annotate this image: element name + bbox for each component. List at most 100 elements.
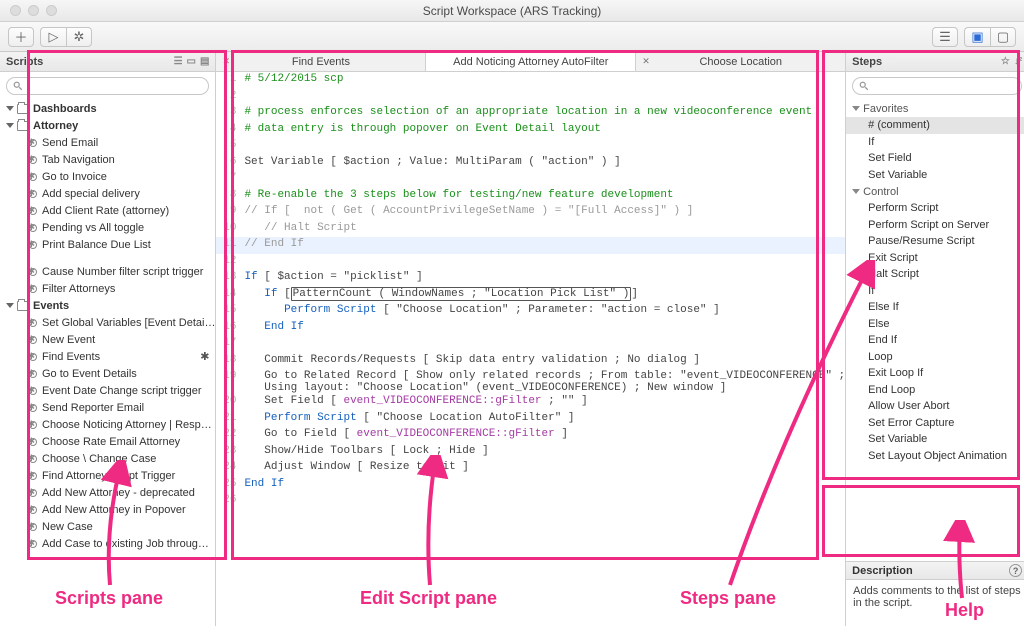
script-item[interactable]: Print Balance Due List	[0, 236, 215, 253]
step-item[interactable]: If	[846, 134, 1024, 151]
step-item[interactable]: Set Error Capture	[846, 415, 1024, 432]
close-icon[interactable]: ✕	[642, 56, 650, 67]
step-item[interactable]: Allow User Abort	[846, 398, 1024, 415]
steps-search[interactable]	[852, 77, 1022, 95]
scripts-search[interactable]	[6, 77, 209, 95]
tab-label: Choose Location	[699, 56, 782, 68]
code-line[interactable]: 3# process enforces selection of an appr…	[216, 105, 845, 122]
step-item[interactable]: Loop	[846, 349, 1024, 366]
scripts-search-input[interactable]	[27, 80, 202, 92]
script-item[interactable]: Pending vs All toggle	[0, 219, 215, 236]
code-line[interactable]: 2	[216, 89, 845, 106]
pane-right-toggle[interactable]: ▢	[990, 27, 1016, 47]
script-item[interactable]: Event Date Change script trigger	[0, 382, 215, 399]
folder-attorney[interactable]: Attorney	[0, 117, 215, 134]
script-item[interactable]: Cause Number filter script trigger	[0, 263, 215, 280]
step-item[interactable]: Set Field	[846, 150, 1024, 167]
help-icon[interactable]: ?	[1009, 564, 1022, 577]
script-item[interactable]: Choose Rate Email Attorney	[0, 433, 215, 450]
step-item[interactable]: # (comment)	[846, 117, 1024, 134]
close-icon[interactable]: ✕	[222, 56, 230, 67]
script-item[interactable]: Find Attorney Script Trigger	[0, 467, 215, 484]
tab-choose-location[interactable]: ✕ Choose Location	[636, 52, 845, 71]
script-item[interactable]: Add Case to existing Job throug…	[0, 535, 215, 552]
preview-icon[interactable]: ▭	[187, 56, 196, 67]
steps-list[interactable]: Favorites# (comment)IfSet FieldSet Varia…	[846, 100, 1024, 561]
list-view-icon[interactable]: ☰	[174, 56, 183, 67]
step-item[interactable]: Else	[846, 316, 1024, 333]
step-item[interactable]: Exit Loop If	[846, 365, 1024, 382]
script-item[interactable]: Add New Attorney in Popover	[0, 501, 215, 518]
step-item[interactable]: Exit Script	[846, 250, 1024, 267]
code-line[interactable]: 8# Re-enable the 3 steps below for testi…	[216, 188, 845, 205]
script-item[interactable]: Add Client Rate (attorney)	[0, 202, 215, 219]
step-item[interactable]: Set Variable	[846, 167, 1024, 184]
script-item[interactable]: Filter Attorneys	[0, 280, 215, 297]
line-number: 9	[216, 204, 244, 217]
step-item[interactable]: End If	[846, 332, 1024, 349]
code-line[interactable]: 26	[216, 493, 845, 510]
folder-events[interactable]: Events	[0, 297, 215, 314]
script-item[interactable]: Set Global Variables [Event Detai…	[0, 314, 215, 331]
add-button[interactable]: ＋	[8, 27, 34, 47]
pane-left-toggle[interactable]: ▣	[964, 27, 990, 47]
code-line[interactable]: 20 Set Field [ event_VIDEOCONFERENCE::gF…	[216, 394, 845, 411]
script-item[interactable]: New Case	[0, 518, 215, 535]
settings-button[interactable]: ☰	[932, 27, 958, 47]
code-line[interactable]: 16 End If	[216, 320, 845, 337]
code-line[interactable]: 14 If [PatternCount ( WindowNames ; "Loc…	[216, 287, 845, 304]
code-line[interactable]: 6Set Variable [ $action ; Value: MultiPa…	[216, 155, 845, 172]
code-line[interactable]: 21 Perform Script [ "Choose Location Aut…	[216, 411, 845, 428]
run-button[interactable]: ▷	[40, 27, 66, 47]
step-item[interactable]: Perform Script on Server	[846, 217, 1024, 234]
favorite-icon[interactable]: ☆	[1001, 56, 1010, 67]
folder-dashboards[interactable]: Dashboards	[0, 100, 215, 117]
step-group-favorites[interactable]: Favorites	[846, 100, 1024, 117]
code-editor[interactable]: 1# 5/12/2015 scp23# process enforces sel…	[216, 72, 845, 626]
code-line[interactable]: 4# data entry is through popover on Even…	[216, 122, 845, 139]
debug-button[interactable]: ✲	[66, 27, 92, 47]
code-line[interactable]: 7	[216, 171, 845, 188]
script-item[interactable]: Choose Noticing Attorney | Resp…	[0, 416, 215, 433]
script-item[interactable]: Send Reporter Email	[0, 399, 215, 416]
script-item[interactable]: Choose \ Change Case	[0, 450, 215, 467]
step-item[interactable]: If	[846, 283, 1024, 300]
script-item[interactable]: Tab Navigation	[0, 151, 215, 168]
step-item[interactable]: Pause/Resume Script	[846, 233, 1024, 250]
steps-search-input[interactable]	[873, 80, 1015, 92]
tab-find-events[interactable]: ✕Find Events	[216, 52, 426, 71]
columns-icon[interactable]: ▤	[200, 56, 209, 67]
code-line[interactable]: 23 Show/Hide Toolbars [ Lock ; Hide ]	[216, 444, 845, 461]
script-item[interactable]: Add New Attorney - deprecated	[0, 484, 215, 501]
step-item[interactable]: Halt Script	[846, 266, 1024, 283]
step-item[interactable]: Else If	[846, 299, 1024, 316]
scripts-tree[interactable]: DashboardsAttorneySend EmailTab Navigati…	[0, 100, 215, 626]
script-item[interactable]: Send Email	[0, 134, 215, 151]
code-line[interactable]: 1# 5/12/2015 scp	[216, 72, 845, 89]
code-line[interactable]: 11// End If	[216, 237, 845, 254]
step-item[interactable]: Set Variable	[846, 431, 1024, 448]
script-item[interactable]: Go to Invoice	[0, 168, 215, 185]
code-line[interactable]: 22 Go to Field [ event_VIDEOCONFERENCE::…	[216, 427, 845, 444]
script-item[interactable]: Find Events✱	[0, 348, 215, 365]
tab-add-noticing-attorney-autofilter[interactable]: Add Noticing Attorney AutoFilter	[426, 52, 636, 71]
code-line[interactable]: 10 // Halt Script	[216, 221, 845, 238]
step-group-control[interactable]: Control	[846, 183, 1024, 200]
code-line[interactable]: 5	[216, 138, 845, 155]
sort-icon[interactable]: ↓²	[1014, 56, 1022, 67]
script-item[interactable]: Add special delivery	[0, 185, 215, 202]
code-line[interactable]: 17	[216, 336, 845, 353]
code-line[interactable]: 19 Go to Related Record [ Show only rela…	[216, 369, 845, 394]
code-line[interactable]: 13If [ $action = "picklist" ]	[216, 270, 845, 287]
script-item[interactable]: Go to Event Details	[0, 365, 215, 382]
step-item[interactable]: Set Layout Object Animation	[846, 448, 1024, 465]
code-line[interactable]: 18 Commit Records/Requests [ Skip data e…	[216, 353, 845, 370]
script-item[interactable]: New Event	[0, 331, 215, 348]
step-item[interactable]: Perform Script	[846, 200, 1024, 217]
step-item[interactable]: End Loop	[846, 382, 1024, 399]
code-line[interactable]: 25End If	[216, 477, 845, 494]
code-line[interactable]: 15 Perform Script [ "Choose Location" ; …	[216, 303, 845, 320]
code-line[interactable]: 12	[216, 254, 845, 271]
code-line[interactable]: 9// If [ not ( Get ( AccountPrivilegeSet…	[216, 204, 845, 221]
code-line[interactable]: 24 Adjust Window [ Resize to Fit ]	[216, 460, 845, 477]
